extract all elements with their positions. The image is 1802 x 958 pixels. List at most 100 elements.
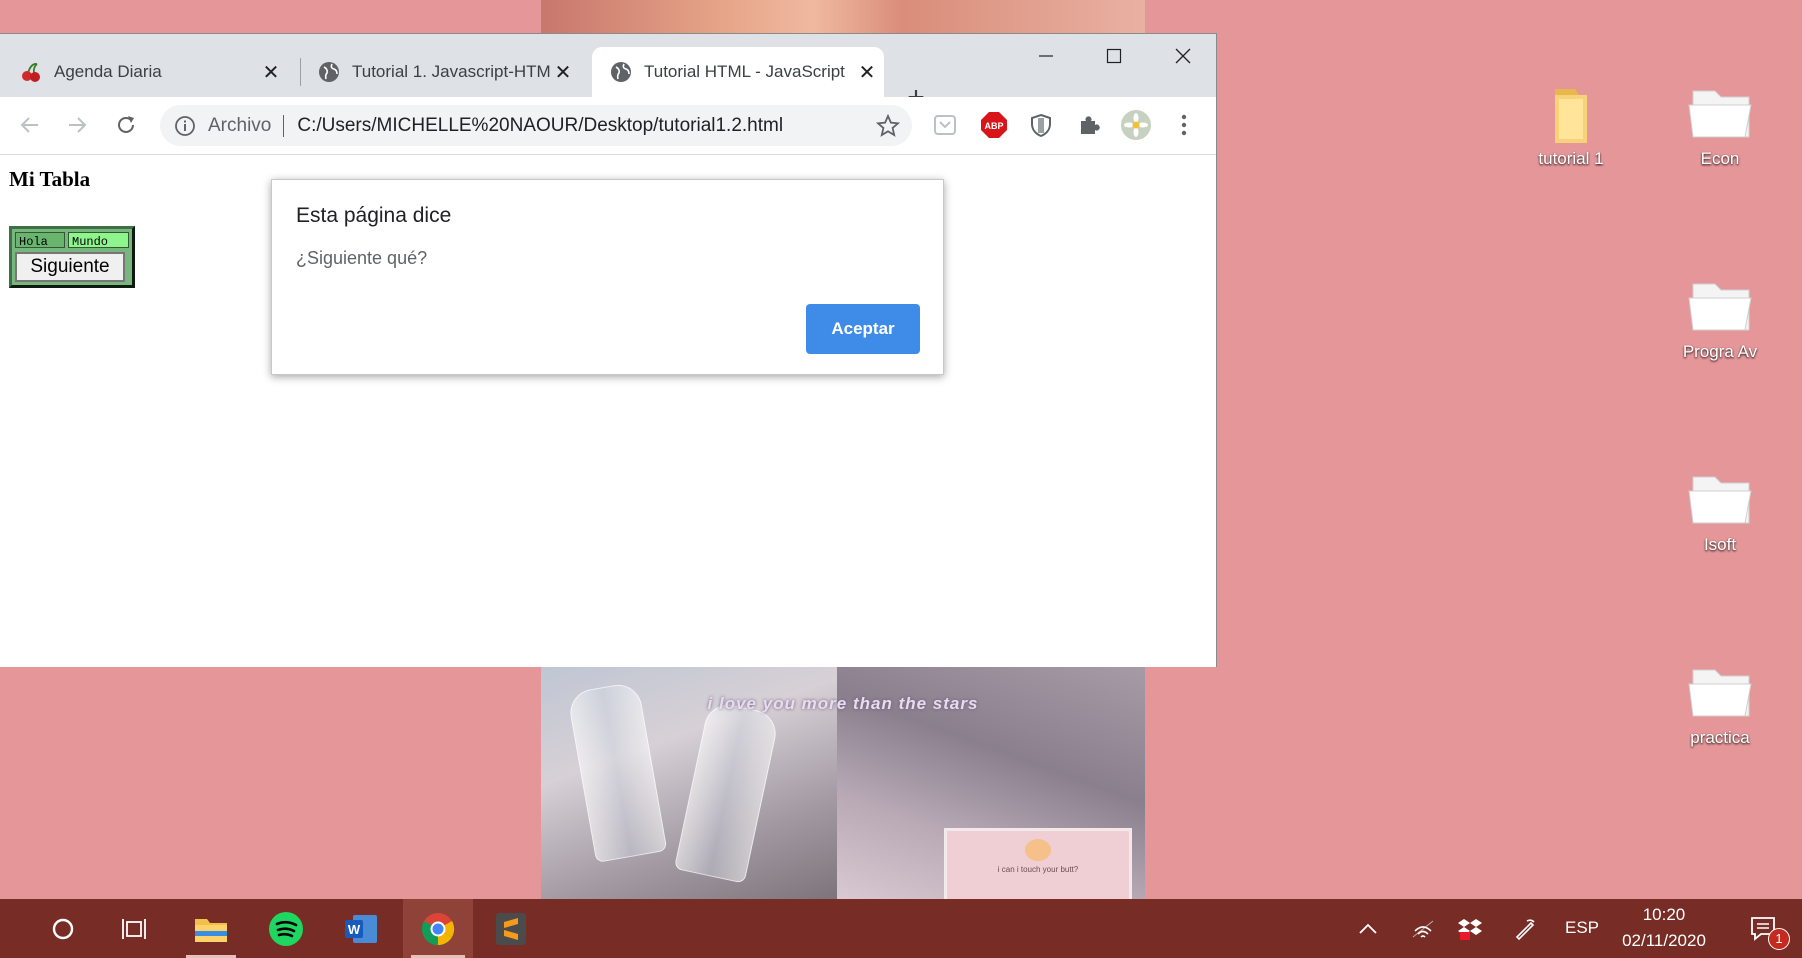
shield-extension-button[interactable] [1026,110,1056,140]
extensions-button[interactable] [1074,110,1104,140]
alert-dialog: Esta página dice ¿Siguiente qué? Aceptar [271,179,944,375]
file-explorer-button[interactable] [178,899,244,958]
adblock-icon: ABP [981,112,1007,138]
accept-button[interactable]: Aceptar [806,304,920,354]
folder-icon [1688,283,1752,331]
daisy-avatar-icon [1121,110,1151,140]
sublime-text-icon [496,912,526,945]
file-explorer-icon [195,918,227,942]
tab-tutorial-html[interactable]: Tutorial HTML - JavaScript ✕ [592,47,884,97]
desktop-icon-label: practica [1690,728,1750,747]
dialog-title: Esta página dice [296,204,452,227]
browser-toolbar: Archivo C:/Users/MICHELLE%20NAOUR/Deskto… [0,97,1216,155]
close-icon[interactable]: ✕ [260,60,282,85]
dropbox-icon [1458,918,1482,940]
desktop-icon-progra-av[interactable]: Progra Av [1660,276,1780,362]
task-view-icon [122,918,146,939]
tab-tutorial-1[interactable]: Tutorial 1. Javascript-HTML ✕ [318,47,580,97]
desktop-icon-isoft[interactable]: Isoft [1660,469,1780,555]
back-button[interactable] [14,109,46,141]
tab-title: Agenda Diaria [54,62,162,81]
dropbox-button[interactable] [1448,899,1492,958]
tab-strip: Agenda Diaria ✕ Tutorial 1. Javascript-H… [0,34,1218,113]
wallpaper-card-text: i can i touch your butt? [997,865,1079,874]
pen-button[interactable] [1503,899,1547,958]
address-bar[interactable]: Archivo C:/Users/MICHELLE%20NAOUR/Deskto… [160,105,912,146]
word-icon: W [345,914,377,943]
reload-button[interactable] [110,109,142,141]
wallpaper-caption: i love you more than the stars [707,694,979,713]
globe-icon [318,61,340,83]
table-cell: Hola [15,232,65,249]
puzzle-icon [1081,116,1100,134]
action-center-button[interactable]: 1 [1736,899,1792,958]
adblock-extension-button[interactable]: ABP [979,110,1009,140]
tab-title: Tutorial 1. Javascript-HTML [352,62,552,81]
chrome-icon [421,912,455,945]
show-hidden-icons-button[interactable] [1346,899,1390,958]
network-button[interactable] [1401,899,1445,958]
address-url: C:/Users/MICHELLE%20NAOUR/Desktop/tutori… [297,114,784,136]
cortana-button[interactable] [30,899,96,958]
folder-icon [1688,90,1752,138]
desktop-icon-practica[interactable]: practica [1660,662,1780,748]
taskbar: W ESP 10:20 02/11/2020 1 [0,899,1802,958]
browser-window: Agenda Diaria ✕ Tutorial 1. Javascript-H… [0,33,1217,667]
close-icon[interactable]: ✕ [856,60,878,85]
spotify-button[interactable] [253,899,319,958]
minimize-icon [1039,55,1053,57]
task-view-button[interactable] [102,899,168,958]
word-button[interactable]: W [328,899,394,958]
folder-icon [1555,89,1587,143]
globe-icon [610,61,632,83]
tab-separator [300,58,301,86]
pocket-icon [934,115,956,135]
forward-arrow-icon [69,117,87,133]
info-icon [175,115,195,136]
clock-time[interactable]: 10:20 [1614,905,1714,925]
desktop-icon-label: tutorial 1 [1538,149,1604,168]
chevron-up-icon [1359,923,1377,934]
siguiente-button[interactable]: Siguiente [15,252,125,282]
wallpaper-photo: i love you more than the stars i can i t… [541,666,1145,899]
desktop-icon-tutorial-1[interactable]: tutorial 1 [1511,83,1631,169]
language-indicator[interactable]: ESP [1560,918,1604,938]
wallpaper-card: i can i touch your butt? [944,828,1132,899]
tab-agenda-diaria[interactable]: Agenda Diaria ✕ [20,47,288,97]
cherry-icon [20,61,42,83]
pocket-extension-button[interactable] [930,110,960,140]
peach-icon [1025,839,1051,861]
address-divider [283,114,285,137]
sublime-text-button[interactable] [478,899,544,958]
minimize-button[interactable] [1011,34,1081,78]
pen-icon [1515,918,1535,940]
desktop-icon-label: Isoft [1703,535,1737,554]
wifi-icon [1412,920,1434,938]
forward-button[interactable] [61,109,93,141]
desktop-icon-econ[interactable]: Econ [1660,83,1780,169]
profile-avatar-button[interactable] [1121,110,1151,140]
dialog-message: ¿Siguiente qué? [296,248,428,268]
svg-text:W: W [348,922,361,937]
demo-table: Hola Mundo Siguiente [9,226,135,288]
close-icon[interactable]: ✕ [552,60,574,85]
maximize-button[interactable] [1079,34,1149,78]
browser-menu-button[interactable] [1169,110,1199,140]
chrome-button[interactable] [403,899,473,958]
bookmark-star-icon[interactable] [876,114,900,138]
folder-icon [1688,476,1752,524]
close-icon [1175,48,1191,64]
spotify-icon [269,911,303,946]
notification-count-badge: 1 [1768,928,1790,950]
page-title: Mi Tabla [9,167,91,191]
clock-date[interactable]: 02/11/2020 [1614,931,1714,951]
maximize-icon [1106,48,1122,64]
desktop-icon-label: Econ [1700,149,1740,168]
close-window-button[interactable] [1148,34,1218,78]
reload-icon [118,116,134,133]
folder-icon [1688,669,1752,717]
bottle-image [673,700,781,884]
back-arrow-icon [20,117,38,133]
page-content: Mi Tabla Hola Mundo Siguiente Esta págin… [0,155,1216,667]
more-vert-icon [1181,114,1187,136]
